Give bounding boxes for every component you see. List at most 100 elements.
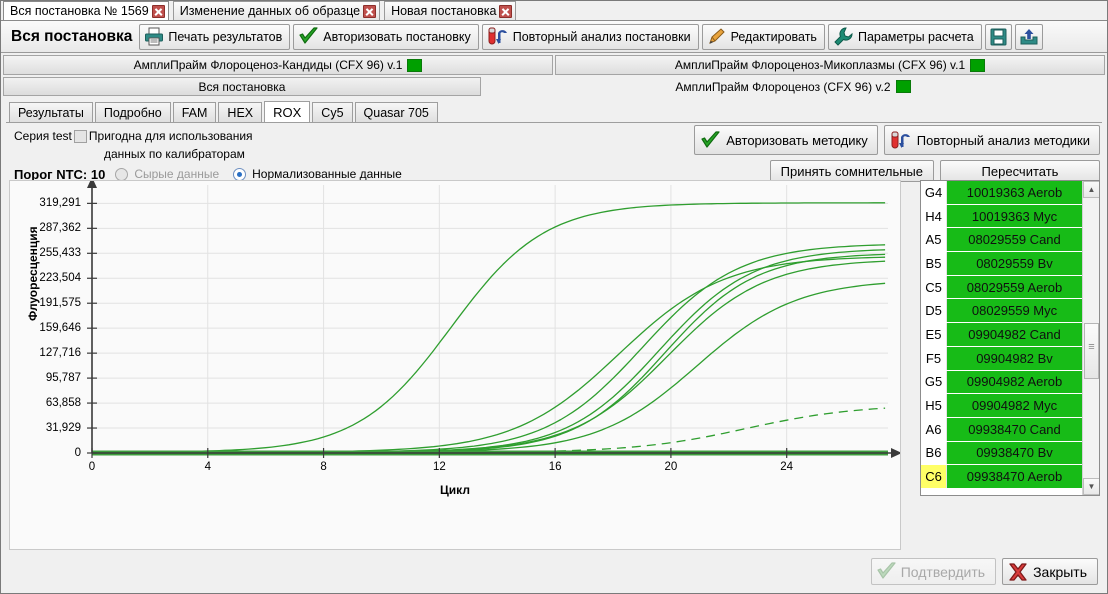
sample-name-cell[interactable]: 08029559 Bv bbox=[947, 252, 1082, 275]
confirm-button[interactable]: Подтвердить bbox=[870, 558, 997, 585]
table-row[interactable]: C6 09938470 Aerob bbox=[921, 465, 1082, 489]
product-label: АмплиПрайм Флороценоз (CFX 96) v.2 bbox=[675, 79, 891, 94]
normalized-data-label: Нормализованные данные bbox=[252, 167, 402, 181]
product-label: АмплиПрайм Флороценоз-Кандиды (CFX 96) v… bbox=[133, 58, 403, 72]
table-row[interactable]: C5 08029559 Aerob bbox=[921, 275, 1082, 300]
authorize-method-label: Авторизовать методику bbox=[726, 132, 868, 148]
sample-name-cell[interactable]: 10019363 Myc bbox=[947, 204, 1082, 228]
sample-name-cell[interactable]: 08029559 Aerob bbox=[947, 275, 1082, 299]
whole-run-tab[interactable]: Вся постановка bbox=[3, 77, 481, 96]
tab-fam[interactable]: FAM bbox=[172, 102, 217, 122]
well-id-cell: D5 bbox=[921, 299, 947, 323]
whole-run-label: Вся постановка bbox=[198, 79, 286, 94]
scrollbar-thumb[interactable] bbox=[1084, 323, 1099, 379]
amplification-chart[interactable]: Флуоресценция 0 31,929 63,858 95,787 127,716… bbox=[9, 180, 901, 550]
export-icon-button[interactable] bbox=[1014, 23, 1043, 50]
table-row[interactable]: D5 08029559 Myc bbox=[921, 299, 1082, 324]
tab-quasar705[interactable]: Quasar 705 bbox=[354, 102, 438, 122]
tab-label: HEX bbox=[227, 105, 254, 120]
grey-check-icon bbox=[876, 562, 897, 581]
reanalyze-run-button[interactable]: Повторный анализ постановки bbox=[481, 23, 699, 50]
scroll-down-arrow[interactable]: ▼ bbox=[1083, 478, 1099, 495]
recalculate-button[interactable]: Пересчитать bbox=[940, 160, 1100, 182]
edit-button[interactable]: Редактировать bbox=[701, 23, 825, 50]
product-bar-row: АмплиПрайм Флороценоз-Кандиды (CFX 96) v… bbox=[1, 53, 1107, 75]
status-swatch bbox=[407, 58, 423, 72]
raw-data-label: Сырые данные bbox=[134, 167, 220, 181]
tab-rox[interactable]: ROX bbox=[264, 101, 311, 122]
well-id-cell: C6 bbox=[921, 465, 947, 488]
scroll-up-arrow[interactable]: ▲ bbox=[1083, 181, 1099, 198]
table-row[interactable]: G5 09904982 Aerob bbox=[921, 370, 1082, 395]
well-id-cell: G5 bbox=[921, 370, 947, 394]
sample-name-cell[interactable]: 09904982 Myc bbox=[947, 394, 1082, 417]
confirm-label: Подтвердить bbox=[900, 563, 986, 580]
wrench-icon bbox=[833, 27, 854, 46]
tab-label: Подробно bbox=[103, 105, 162, 120]
status-swatch bbox=[895, 80, 911, 93]
tab-label: FAM bbox=[181, 105, 208, 120]
authorize-run-button[interactable]: Авторизовать постановку bbox=[293, 23, 479, 50]
sample-name-cell[interactable]: 09904982 Aerob bbox=[947, 370, 1082, 394]
close-icon[interactable] bbox=[363, 4, 377, 18]
table-row[interactable]: H4 10019363 Myc bbox=[921, 204, 1082, 229]
chart-plot-area bbox=[87, 181, 900, 458]
accept-doubtful-button[interactable]: Принять сомнительные bbox=[769, 160, 934, 182]
sample-name-cell[interactable]: 09938470 Bv bbox=[947, 441, 1082, 465]
green-check-icon bbox=[298, 27, 319, 46]
sample-name-cell[interactable]: 10019363 Aerob bbox=[947, 181, 1082, 204]
table-row[interactable]: B6 09938470 Bv bbox=[921, 441, 1082, 466]
normalized-data-radio[interactable] bbox=[233, 167, 247, 181]
sample-name-cell[interactable]: 09904982 Cand bbox=[947, 323, 1082, 346]
window-tab-run[interactable]: Вся постановка № 1569 bbox=[3, 1, 169, 20]
sample-list[interactable]: G4 10019363 Aerob H4 10019363 Myc A5 08029559… bbox=[920, 180, 1100, 496]
edit-label: Редактировать bbox=[730, 29, 817, 44]
tab-results[interactable]: Результаты bbox=[9, 102, 93, 122]
authorize-method-button[interactable]: Авторизовать методику bbox=[694, 125, 878, 155]
table-row[interactable]: A6 09938470 Cand bbox=[921, 417, 1082, 442]
reanalyze-run-label: Повторный анализ постановки bbox=[512, 29, 691, 44]
table-row[interactable]: E5 09904982 Cand bbox=[921, 323, 1082, 347]
window-tab-bar: Вся постановка № 1569 Изменение данных о… bbox=[1, 1, 1107, 21]
sample-name-cell[interactable]: 09938470 Aerob bbox=[947, 465, 1082, 488]
table-row[interactable]: F5 09904982 Bv bbox=[921, 346, 1082, 371]
print-results-button[interactable]: Печать результатов bbox=[139, 23, 291, 50]
window-tab-new-run[interactable]: Новая постановка bbox=[384, 1, 517, 20]
well-id-cell: H5 bbox=[921, 394, 947, 417]
sample-name-cell[interactable]: 08029559 Myc bbox=[947, 299, 1082, 323]
reanalyze-method-button[interactable]: Повторный анализ методики bbox=[883, 125, 1100, 155]
sample-list-scrollbar[interactable]: ▲ ▼ bbox=[1082, 181, 1099, 495]
sample-name-cell[interactable]: 09938470 Cand bbox=[947, 417, 1082, 441]
well-id-cell: G4 bbox=[921, 181, 947, 204]
window-tab-sample-edit[interactable]: Изменение данных об образце bbox=[172, 1, 381, 20]
table-row[interactable]: H5 09904982 Myc bbox=[921, 394, 1082, 418]
close-button[interactable]: Закрыть bbox=[1002, 558, 1098, 585]
calc-params-button[interactable]: Параметры расчета bbox=[827, 23, 982, 50]
reanalyze-icon bbox=[890, 131, 912, 150]
close-icon[interactable] bbox=[499, 4, 513, 18]
upload-icon bbox=[1020, 28, 1038, 46]
save-icon-button[interactable] bbox=[984, 23, 1012, 50]
table-row[interactable]: G4 10019363 Aerob bbox=[921, 181, 1082, 205]
well-id-cell: B6 bbox=[921, 441, 947, 465]
tab-cy5[interactable]: Cy5 bbox=[312, 102, 353, 122]
tab-details[interactable]: Подробно bbox=[94, 102, 171, 122]
well-id-cell: H4 bbox=[921, 204, 947, 228]
dialog-buttons: Подтвердить Закрыть bbox=[870, 558, 1098, 585]
table-row[interactable]: A5 08029559 Cand bbox=[921, 228, 1082, 253]
sample-name-cell[interactable]: 08029559 Cand bbox=[947, 228, 1082, 252]
channel-tab-bar: Результаты Подробно FAM HEX ROX Cy5 Quas… bbox=[9, 101, 1107, 122]
sample-name-cell[interactable]: 09904982 Bv bbox=[947, 346, 1082, 370]
suitable-checkbox[interactable] bbox=[73, 129, 87, 143]
product-tab-florocenoz-v2[interactable]: АмплиПрайм Флороценоз (CFX 96) v.2 bbox=[481, 77, 1105, 96]
table-row[interactable]: B5 08029559 Bv bbox=[921, 252, 1082, 276]
status-swatch bbox=[970, 58, 986, 72]
tab-hex[interactable]: HEX bbox=[218, 102, 263, 122]
product-tab-candidy[interactable]: АмплиПрайм Флороценоз-Кандиды (CFX 96) v… bbox=[3, 55, 553, 75]
raw-data-radio[interactable] bbox=[115, 167, 129, 181]
close-icon[interactable] bbox=[151, 4, 165, 18]
main-toolbar: Вся постановка Печать результатов Автори… bbox=[1, 21, 1107, 53]
product-tab-mycoplasma[interactable]: АмплиПрайм Флороценоз-Микоплазмы (CFX 96… bbox=[555, 55, 1105, 75]
product-sub-row: Вся постановка АмплиПрайм Флороценоз (CF… bbox=[1, 75, 1107, 96]
well-id-cell: A5 bbox=[921, 228, 947, 252]
